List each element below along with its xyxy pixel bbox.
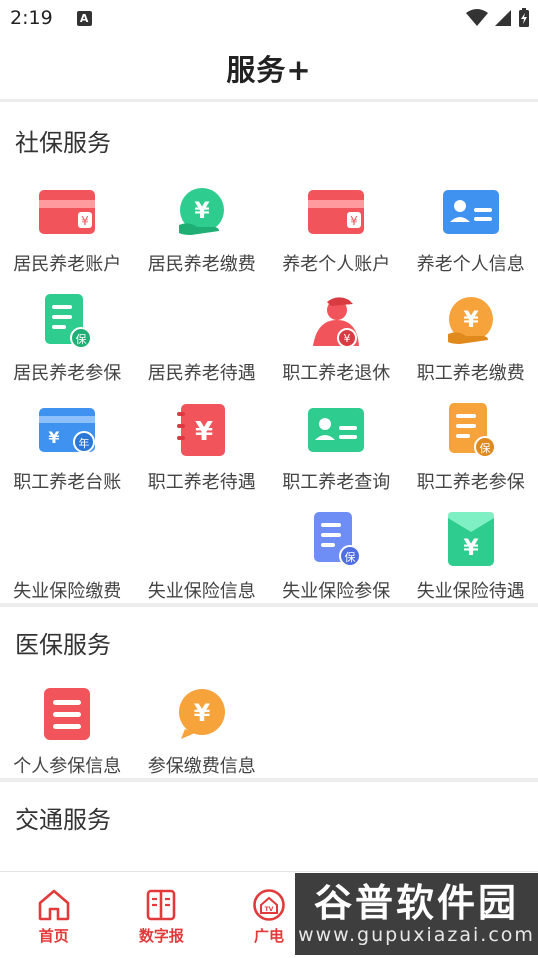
section-medical-insurance: 医保服务 个人参保信息 ¥ 参保缴费信息 bbox=[0, 607, 538, 782]
green-id-card-icon bbox=[305, 399, 367, 460]
service-label: 养老个人信息 bbox=[416, 254, 525, 275]
battery-icon bbox=[519, 8, 529, 27]
service-tile-unemployment-benefits[interactable]: ¥ 失业保险待遇 bbox=[404, 494, 538, 603]
bao-glyph: 保 bbox=[76, 332, 87, 346]
service-tile-unemployment-info[interactable]: 失业保险信息 bbox=[135, 494, 270, 603]
orange-speech-yuan-icon: ¥ bbox=[171, 683, 233, 744]
newspaper-icon bbox=[147, 889, 176, 921]
service-label: 职工养老台账 bbox=[13, 472, 122, 493]
orange-hand-yuan-icon: ¥ bbox=[440, 290, 502, 351]
service-tile-personal-enroll-info[interactable]: 个人参保信息 bbox=[0, 669, 135, 778]
service-label: 参保缴费信息 bbox=[147, 756, 256, 777]
nav-label: 数字报 bbox=[138, 927, 184, 945]
nav-item-digital-newspaper[interactable]: 数字报 bbox=[108, 872, 216, 958]
watermark: 谷普软件园 www.gupuxiazai.com bbox=[295, 873, 538, 955]
watermark-main: 谷普软件园 bbox=[313, 881, 519, 925]
yuan-glyph: ¥ bbox=[193, 699, 210, 727]
notification-icon: A bbox=[76, 10, 92, 26]
service-label: 失业保险参保 bbox=[282, 581, 391, 602]
green-document-bao-icon: 保 bbox=[36, 290, 98, 351]
section-social-security: 社保服务 ¥ 居民养老账户 ¥ 居民养老缴费 ¥ 养老个人账户 养老个人信息 保… bbox=[0, 105, 538, 607]
blue-card-nian-icon: ¥ 年 bbox=[36, 399, 98, 460]
app-header: 服务+ bbox=[0, 36, 538, 102]
service-label: 居民养老账户 bbox=[13, 254, 122, 275]
nav-item-home[interactable]: 首页 bbox=[0, 872, 108, 958]
service-label: 职工养老参保 bbox=[416, 472, 525, 493]
service-tile-pension-personal-account[interactable]: ¥ 养老个人账户 bbox=[269, 167, 404, 276]
orange-document-bao-icon: 保 bbox=[440, 399, 502, 460]
service-label: 居民养老待遇 bbox=[147, 363, 256, 384]
service-label: 职工养老缴费 bbox=[416, 363, 525, 384]
tv-glyph: TV bbox=[265, 906, 274, 913]
bao-glyph: 保 bbox=[345, 550, 356, 564]
service-tile-resident-pension-benefits[interactable]: 居民养老待遇 bbox=[135, 276, 270, 385]
nian-glyph: 年 bbox=[79, 436, 90, 450]
services-content[interactable]: 社保服务 ¥ 居民养老账户 ¥ 居民养老缴费 ¥ 养老个人账户 养老个人信息 保… bbox=[0, 105, 538, 871]
wifi-icon bbox=[466, 9, 488, 26]
yuan-glyph: ¥ bbox=[194, 199, 210, 224]
green-envelope-yuan-icon: ¥ bbox=[440, 508, 502, 569]
red-person-yuan-icon: ¥ bbox=[305, 290, 367, 351]
yuan-glyph: ¥ bbox=[49, 428, 60, 447]
service-label: 居民养老缴费 bbox=[147, 254, 256, 275]
service-label: 失业保险缴费 bbox=[13, 581, 122, 602]
status-indicators bbox=[466, 8, 530, 28]
service-tile-resident-pension-payment[interactable]: ¥ 居民养老缴费 bbox=[135, 167, 270, 276]
yuan-glyph: ¥ bbox=[350, 214, 358, 228]
tv-house-icon: TV bbox=[253, 889, 285, 921]
service-tile-unemployment-payment[interactable]: 失业保险缴费 bbox=[0, 494, 135, 603]
service-label: 失业保险信息 bbox=[147, 581, 256, 602]
nav-label: 首页 bbox=[38, 927, 69, 945]
section-title: 医保服务 bbox=[15, 631, 111, 659]
service-label: 居民养老参保 bbox=[13, 363, 122, 384]
service-tile-pension-personal-info[interactable]: 养老个人信息 bbox=[404, 167, 538, 276]
service-label: 职工养老退休 bbox=[282, 363, 391, 384]
service-tile-employee-pension-ledger[interactable]: ¥ 年 职工养老台账 bbox=[0, 385, 135, 494]
service-tile-employee-pension-benefits[interactable]: ¥ 职工养老待遇 bbox=[135, 385, 270, 494]
service-label: 个人参保信息 bbox=[13, 756, 122, 777]
service-label: 失业保险待遇 bbox=[416, 581, 525, 602]
nav-label: 广电 bbox=[253, 927, 284, 945]
service-tile-enroll-payment-info[interactable]: ¥ 参保缴费信息 bbox=[135, 669, 270, 778]
yuan-glyph: ¥ bbox=[463, 308, 479, 333]
red-card-yuan-icon: ¥ bbox=[305, 181, 367, 242]
bao-glyph: 保 bbox=[479, 441, 490, 455]
yuan-glyph: ¥ bbox=[344, 332, 351, 345]
red-card-yuan-icon: ¥ bbox=[36, 181, 98, 242]
service-tile-employee-pension-query[interactable]: 职工养老查询 bbox=[269, 385, 404, 494]
service-grid: 个人参保信息 ¥ 参保缴费信息 bbox=[0, 669, 538, 778]
section-title: 社保服务 bbox=[15, 129, 111, 157]
home-icon bbox=[38, 889, 70, 921]
yuan-glyph: ¥ bbox=[81, 214, 89, 228]
service-label: 职工养老查询 bbox=[282, 472, 391, 493]
service-tile-resident-pension-account[interactable]: ¥ 居民养老账户 bbox=[0, 167, 135, 276]
blue-id-card-icon bbox=[440, 181, 502, 242]
signal-icon bbox=[495, 10, 511, 26]
service-tile-unemployment-enroll[interactable]: 保 失业保险参保 bbox=[269, 494, 404, 603]
yuan-glyph: ¥ bbox=[463, 536, 479, 561]
status-time: 2:19 bbox=[10, 7, 53, 29]
service-tile-resident-pension-enroll[interactable]: 保 居民养老参保 bbox=[0, 276, 135, 385]
section-title: 交通服务 bbox=[15, 806, 111, 834]
service-label: 职工养老待遇 bbox=[147, 472, 256, 493]
service-tile-employee-pension-enroll[interactable]: 保 职工养老参保 bbox=[404, 385, 538, 494]
status-bar: 2:19 A bbox=[0, 0, 538, 36]
red-notebook-yuan-icon: ¥ bbox=[171, 399, 233, 460]
service-label: 养老个人账户 bbox=[282, 254, 391, 275]
service-tile-employee-pension-payment[interactable]: ¥ 职工养老缴费 bbox=[404, 276, 538, 385]
watermark-url: www.gupuxiazai.com bbox=[298, 924, 535, 946]
blue-document-bao-icon: 保 bbox=[305, 508, 367, 569]
service-grid: ¥ 居民养老账户 ¥ 居民养老缴费 ¥ 养老个人账户 养老个人信息 保 居民养老… bbox=[0, 167, 538, 603]
green-hand-yuan-icon: ¥ bbox=[171, 181, 233, 242]
section-transportation: 交通服务 bbox=[0, 782, 538, 844]
red-list-document-icon bbox=[36, 683, 98, 744]
service-tile-employee-pension-retirement[interactable]: ¥ 职工养老退休 bbox=[269, 276, 404, 385]
yuan-glyph: ¥ bbox=[195, 417, 213, 447]
page-title: 服务+ bbox=[226, 52, 312, 87]
